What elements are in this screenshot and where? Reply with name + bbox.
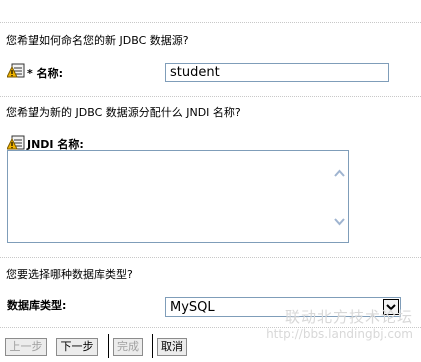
- db-type-value: MySQL: [170, 300, 215, 315]
- name-field[interactable]: student: [165, 63, 389, 82]
- name-question: 您希望如何命名您的新 JDBC 数据源?: [6, 34, 189, 47]
- name-label: * 名称:: [27, 67, 63, 80]
- back-button[interactable]: 上一步: [5, 338, 47, 356]
- db-type-label: 数据库类型:: [7, 299, 67, 312]
- db-type-question: 您要选择哪种数据库类型?: [6, 268, 133, 281]
- scroll-up-icon[interactable]: [334, 169, 345, 177]
- watermark-title: 联动北方技术论坛: [284, 308, 413, 326]
- scroll-down-icon[interactable]: [334, 218, 345, 226]
- next-button[interactable]: 下一步: [56, 338, 98, 356]
- jndi-question: 您希望为新的 JDBC 数据源分配什么 JNDI 名称?: [6, 106, 241, 119]
- separator: [152, 334, 153, 358]
- divider: [0, 257, 421, 258]
- required-field-icon: [7, 135, 25, 151]
- required-field-icon: [7, 63, 25, 79]
- cancel-button[interactable]: 取消: [157, 338, 187, 356]
- divider: [0, 96, 421, 97]
- jndi-name-textarea[interactable]: [7, 150, 349, 243]
- watermark: 联动北方技术论坛 http://bbs.landingbj.com: [266, 306, 413, 341]
- watermark-url: http://bbs.landingbj.com: [266, 327, 413, 341]
- scrollbar[interactable]: [331, 151, 348, 242]
- finish-button[interactable]: 完成: [113, 338, 143, 356]
- divider: [0, 22, 421, 23]
- separator: [108, 334, 109, 358]
